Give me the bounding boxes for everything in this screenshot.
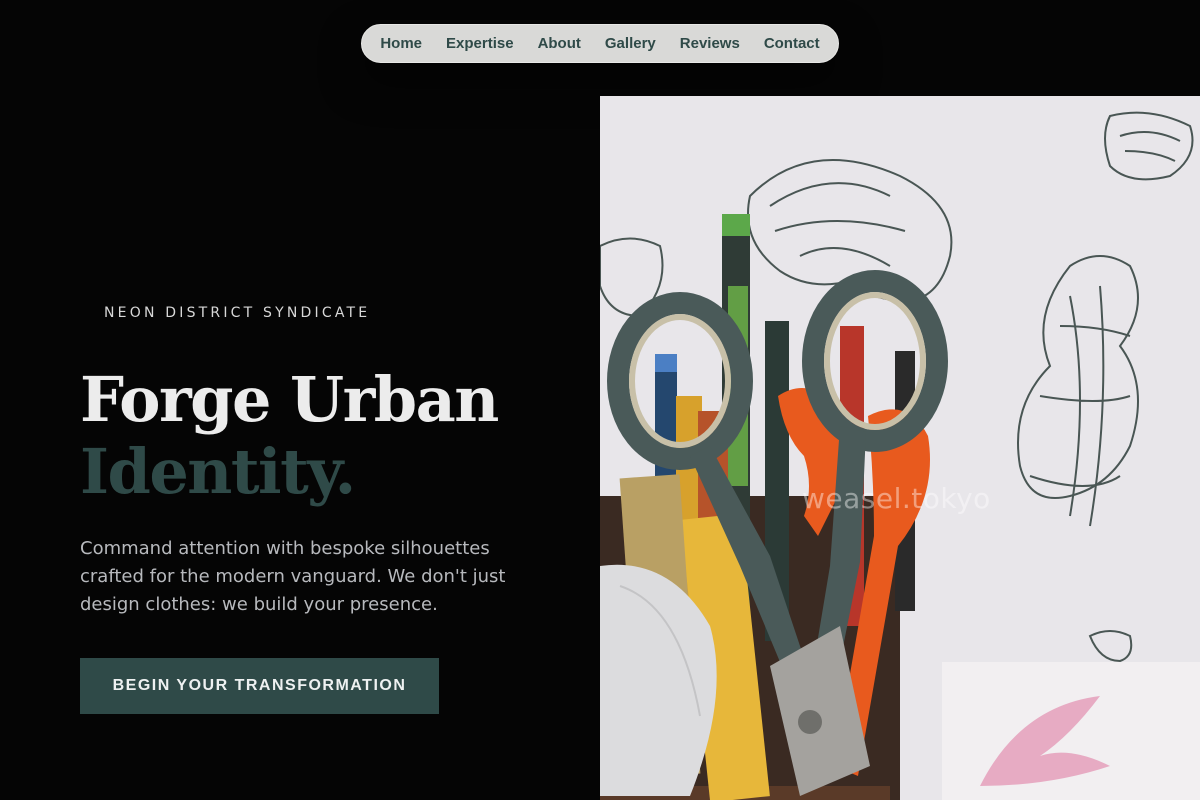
brand-kicker: NEON DISTRICT SYNDICATE [104,305,371,321]
page: Home Expertise About Gallery Reviews Con… [0,0,1200,800]
hero-image: weasel.tokyo [600,96,1200,800]
hero-lead: Command attention with bespoke silhouett… [80,538,506,615]
nav-link-gallery[interactable]: Gallery [593,35,668,52]
hero-illustration [600,96,1200,800]
nav-link-contact[interactable]: Contact [752,35,832,52]
nav-link-reviews[interactable]: Reviews [668,35,752,52]
hero-title-line2: Identity. [80,435,356,508]
nav-link-about[interactable]: About [526,35,593,52]
nav-link-expertise[interactable]: Expertise [434,35,526,52]
top-nav: Home Expertise About Gallery Reviews Con… [361,24,839,63]
nav-link-home[interactable]: Home [368,35,434,52]
begin-transformation-button[interactable]: BEGIN YOUR TRANSFORMATION [80,658,439,714]
hero-title: Forge Urban Identity. [80,363,499,508]
hero-title-line1: Forge Urban [80,363,499,436]
photo-watermark: weasel.tokyo [802,482,991,515]
